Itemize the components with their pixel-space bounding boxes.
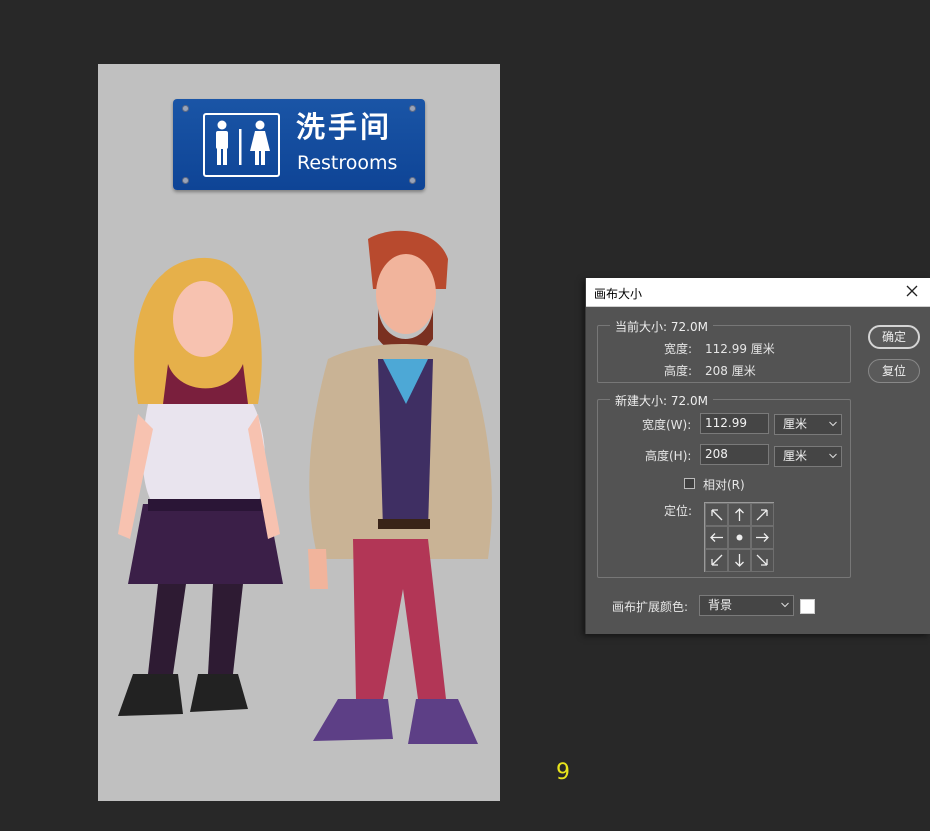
height-input[interactable]: 208 — [700, 444, 769, 465]
screw-icon — [182, 177, 189, 184]
current-height-label: 高度: — [664, 364, 693, 378]
screw-icon — [409, 105, 416, 112]
new-width-label: 宽度(W): — [642, 418, 692, 432]
screw-icon — [182, 105, 189, 112]
width-unit-select[interactable]: 厘米 — [774, 414, 842, 435]
current-width-label: 宽度: — [664, 342, 693, 356]
ok-button[interactable]: 确定 — [868, 325, 920, 349]
arrow-down-icon — [735, 554, 744, 567]
current-size-legend: 当前大小: 72.0M — [610, 318, 713, 335]
current-height-value: 208 厘米 — [705, 364, 756, 378]
anchor-left[interactable] — [705, 526, 728, 549]
height-unit-select[interactable]: 厘米 — [774, 446, 842, 467]
anchor-right[interactable] — [751, 526, 774, 549]
current-width-value: 112.99 厘米 — [705, 342, 775, 356]
man-illustration — [308, 230, 492, 744]
woman-illustration — [118, 257, 283, 716]
sign-chinese-text: 洗手间 — [296, 110, 393, 144]
new-size-legend: 新建大小: 72.0M — [610, 392, 713, 409]
restroom-icon — [203, 113, 280, 177]
anchor-top-right[interactable] — [751, 503, 774, 526]
anchor-center[interactable] — [728, 526, 751, 549]
reset-button[interactable]: 复位 — [868, 359, 920, 383]
anchor-grid — [704, 502, 774, 572]
arrow-up-left-icon — [711, 509, 723, 521]
arrow-right-icon — [756, 533, 769, 542]
anchor-bottom-right[interactable] — [751, 549, 774, 572]
dialog-title: 画布大小 — [594, 287, 643, 301]
color-swatch[interactable] — [800, 599, 815, 614]
relative-checkbox[interactable] — [684, 478, 695, 489]
height-unit-value: 厘米 — [783, 449, 808, 463]
anchor-label: 定位: — [664, 504, 693, 518]
arrow-up-icon — [735, 508, 744, 521]
chevron-down-icon — [781, 602, 789, 608]
document-canvas[interactable]: 洗手间 Restrooms — [98, 64, 500, 801]
dot-icon — [736, 534, 743, 541]
width-input[interactable]: 112.99 — [700, 413, 769, 434]
arrow-left-icon — [710, 533, 723, 542]
page-number: 9 — [556, 760, 570, 785]
extension-color-label: 画布扩展颜色: — [612, 600, 689, 614]
relative-label: 相对(R) — [703, 478, 745, 492]
current-size-group: 当前大小: 72.0M 宽度: 112.99 厘米 高度: 208 厘米 — [597, 318, 851, 383]
arrow-down-right-icon — [756, 554, 768, 566]
chevron-down-icon — [829, 421, 837, 427]
dialog-titlebar[interactable]: 画布大小 — [586, 278, 930, 307]
anchor-bottom[interactable] — [728, 549, 751, 572]
anchor-bottom-left[interactable] — [705, 549, 728, 572]
arrow-down-left-icon — [711, 554, 723, 566]
extension-color-select[interactable]: 背景 — [699, 595, 794, 616]
chevron-down-icon — [829, 453, 837, 459]
restroom-sign: 洗手间 Restrooms — [173, 99, 425, 190]
canvas-size-dialog: 画布大小 当前大小: 72.0M 宽度: 112.99 厘米 高度: 208 厘… — [585, 278, 930, 634]
screw-icon — [409, 177, 416, 184]
arrow-up-right-icon — [756, 509, 768, 521]
anchor-top[interactable] — [728, 503, 751, 526]
width-unit-value: 厘米 — [783, 417, 808, 431]
extension-color-value: 背景 — [708, 598, 733, 612]
sign-english-text: Restrooms — [297, 152, 398, 174]
new-height-label: 高度(H): — [645, 449, 692, 463]
anchor-top-left[interactable] — [705, 503, 728, 526]
close-icon[interactable] — [902, 281, 922, 301]
